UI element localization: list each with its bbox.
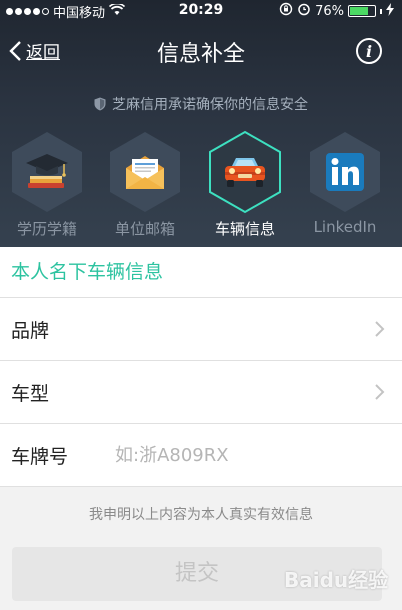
form-area: 本人名下车辆信息 品牌 车型 车牌号 如:浙A809RX 我申明以上内容为本人真… [0,247,402,601]
alarm-icon [297,2,311,20]
chevron-right-icon [375,321,385,337]
plate-label: 车牌号 [11,445,69,468]
tab-work-email[interactable]: 单位邮箱 [100,130,190,239]
status-bar: 中国移动 20:29 76% [0,0,402,22]
car-icon [225,158,265,187]
battery-percent: 76% [315,3,344,19]
battery-icon [348,5,376,17]
model-row[interactable]: 车型 [0,361,402,424]
envelope-icon [126,156,164,189]
header: 中国移动 20:29 76% 返回 信息补全 i 芝麻信用承诺确保你的信息安全 … [0,0,402,247]
linkedin-icon [326,153,364,191]
plate-row: 车牌号 如:浙A809RX [0,424,402,487]
shield-icon [94,97,106,111]
info-button[interactable]: i [356,38,382,64]
declaration-text: 我申明以上内容为本人真实有效信息 [89,507,313,523]
category-tabs: 学历学籍 单位邮箱 车辆信息 LinkedIn [0,130,402,240]
tab-linkedin-label: LinkedIn [313,218,377,236]
rotation-lock-icon [279,2,293,20]
battery-tip [380,8,382,14]
info-icon: i [365,41,373,61]
security-text: 芝麻信用承诺确保你的信息安全 [112,97,308,113]
model-label: 车型 [11,382,50,405]
plate-number-input[interactable]: 如:浙A809RX [115,424,229,487]
watermark-logo: Baidu经验 [284,568,389,592]
graduation-cap-icon [26,154,68,188]
section-title: 本人名下车辆信息 [0,247,402,298]
tab-vehicle-info[interactable]: 车辆信息 [200,130,290,239]
navigation-bar: 返回 信息补全 i [0,22,402,80]
tab-vehicle-info-label: 车辆信息 [214,220,275,238]
tab-education[interactable]: 学历学籍 [2,130,92,239]
chevron-right-icon [375,384,385,400]
brand-row[interactable]: 品牌 [0,298,402,361]
charging-icon [386,2,394,20]
tab-linkedin[interactable]: LinkedIn [300,130,390,236]
tab-work-email-label: 单位邮箱 [114,220,175,238]
status-right: 76% [279,2,394,20]
brand-label: 品牌 [11,319,50,342]
tab-education-label: 学历学籍 [16,220,77,238]
security-note: 芝麻信用承诺确保你的信息安全 [0,94,402,114]
page-title: 信息补全 [156,42,245,67]
